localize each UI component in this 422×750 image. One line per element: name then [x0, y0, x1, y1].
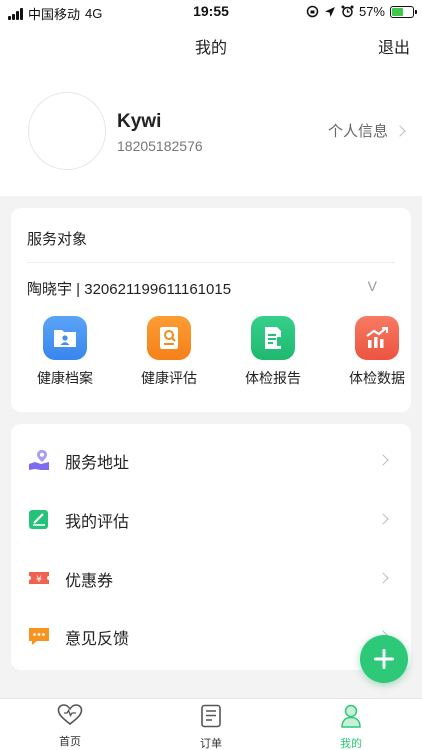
avatar[interactable] — [28, 92, 106, 170]
assessment-icon — [147, 316, 191, 360]
page-title: 我的 — [194, 40, 227, 57]
divider — [27, 262, 395, 263]
orientation-lock-icon — [306, 5, 319, 18]
header: 我的 退出 — [0, 24, 422, 64]
menu-item-label: 优惠券 — [65, 573, 114, 590]
chevron-right-icon — [377, 572, 389, 584]
user-icon — [341, 704, 361, 728]
chevron-down-icon: V — [367, 278, 377, 294]
svg-text:¥: ¥ — [36, 575, 42, 585]
location-icon — [324, 6, 335, 17]
chevron-right-icon — [377, 513, 389, 525]
user-name: Kywi — [117, 111, 162, 132]
status-bar: 中国移动 4G 19:55 57% — [0, 0, 422, 24]
profile-section: Kywi 18205182576 个人信息 — [0, 64, 422, 196]
heart-icon — [57, 704, 83, 726]
service-person: 陶晓宇 | 320621199611161015 — [27, 281, 232, 298]
chevron-right-icon — [377, 454, 389, 466]
menu-item-label: 服务地址 — [65, 455, 130, 472]
menu-item-coupons[interactable]: ¥ 优惠券 — [11, 548, 411, 606]
alarm-icon — [341, 5, 354, 18]
battery-fill — [392, 7, 404, 16]
menu-item-my-assessment[interactable]: 我的评估 — [11, 489, 411, 547]
personal-info-label: 个人信息 — [327, 123, 388, 140]
battery-percent: 57% — [358, 4, 385, 19]
status-right: 57% — [306, 4, 417, 19]
service-item-label: 体检报告 — [245, 370, 301, 386]
order-icon — [201, 704, 221, 728]
service-item-label: 体检数据 — [349, 370, 405, 386]
tab-label: 我的 — [340, 738, 362, 750]
personal-info-link[interactable]: 个人信息 — [327, 120, 406, 141]
menu-item-feedback[interactable]: 意见反馈 — [11, 606, 411, 664]
service-item-label: 健康评估 — [141, 370, 197, 386]
edit-icon — [29, 510, 48, 529]
feedback-icon — [29, 628, 49, 645]
service-item-health-record[interactable]: 健康档案 — [25, 316, 105, 388]
add-button[interactable] — [360, 635, 408, 683]
tab-mine[interactable]: 我的 — [311, 704, 391, 750]
battery-icon — [390, 5, 417, 18]
logout-button[interactable]: 退出 — [378, 34, 410, 58]
service-grid: 健康档案 健康评估 体检报告 体检数据 — [11, 316, 411, 396]
map-pin-icon — [29, 450, 49, 470]
service-item-exam-data[interactable]: 体检数据 — [337, 316, 417, 388]
coupon-icon: ¥ — [29, 572, 49, 585]
service-card: 服务对象 陶晓宇 | 320621199611161015 V 健康档案 健康评… — [11, 208, 411, 412]
service-title: 服务对象 — [27, 231, 88, 248]
menu-item-label: 我的评估 — [65, 514, 130, 531]
user-phone: 18205182576 — [117, 138, 203, 154]
menu-item-service-address[interactable]: 服务地址 — [11, 430, 411, 488]
service-item-label: 健康档案 — [37, 370, 93, 386]
menu-item-label: 意见反馈 — [65, 631, 130, 648]
tab-label: 订单 — [200, 738, 222, 750]
folder-user-icon — [43, 316, 87, 360]
tab-home[interactable]: 首页 — [30, 704, 110, 749]
service-person-selector[interactable]: 陶晓宇 | 320621199611161015 V — [27, 274, 395, 302]
tab-bar: 首页 订单 我的 — [0, 698, 422, 750]
plus-icon — [374, 649, 394, 669]
service-item-exam-report[interactable]: 体检报告 — [233, 316, 313, 388]
tab-orders[interactable]: 订单 — [171, 704, 251, 750]
tab-label: 首页 — [59, 736, 81, 748]
service-item-health-assessment[interactable]: 健康评估 — [129, 316, 209, 388]
report-icon — [251, 316, 295, 360]
chart-icon — [355, 316, 399, 360]
chevron-right-icon — [394, 124, 406, 137]
menu-card: 服务地址 我的评估 ¥ 优惠券 意见反馈 — [11, 424, 411, 670]
